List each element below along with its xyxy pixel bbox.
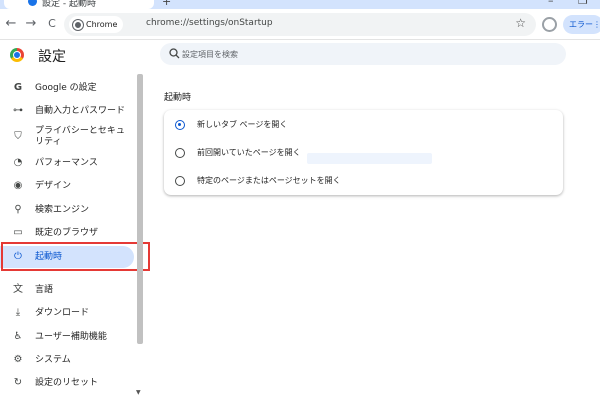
option-new-tab[interactable]: 新しいタブ ページを開く — [164, 114, 563, 136]
settings-sidebar: G Google の設定 ⊶ 自動入力とパスワード ⛉ プライバシーとセキュリテ… — [0, 74, 136, 400]
search-icon — [169, 48, 180, 59]
sidebar-item-label: 言語 — [35, 284, 54, 295]
new-tab-button[interactable]: + — [162, 0, 171, 8]
key-icon: ⊶ — [13, 105, 23, 116]
site-info-chip[interactable]: Chrome — [69, 16, 124, 33]
url-text[interactable]: chrome://settings/onStartup — [146, 18, 273, 28]
scroll-down-arrow-icon[interactable]: ▼ — [136, 389, 141, 396]
annotation-highlight-box — [1, 242, 150, 271]
speedometer-icon: ◔ — [13, 157, 23, 168]
sidebar-item-label: ユーザー補助機能 — [35, 331, 107, 342]
sidebar-item-downloads[interactable]: ⤓ ダウンロード — [0, 302, 134, 324]
sidebar-item-privacy[interactable]: ⛉ プライバシーとセキュリティ — [0, 124, 134, 150]
error-button[interactable]: エラー⋮ — [563, 15, 600, 34]
sidebar-item-search-engine[interactable]: ⚲ 検索エンジン — [0, 199, 134, 221]
sidebar-item-label: 既定のブラウザ — [35, 227, 99, 238]
bookmark-star-icon[interactable]: ☆ — [515, 16, 526, 30]
settings-tab-icon — [28, 0, 37, 6]
profile-avatar[interactable] — [542, 17, 557, 32]
settings-search[interactable] — [160, 43, 566, 65]
address-bar[interactable]: Chrome chrome://settings/onStartup ☆ — [64, 13, 536, 36]
browser-window-icon: ▭ — [13, 227, 23, 238]
page-title: 設定 — [38, 49, 66, 65]
faded-overlay — [307, 153, 432, 164]
browser-toolbar: ← → C Chrome chrome://settings/onStartup… — [0, 9, 600, 40]
sidebar-item-label: プライバシーとセキュリティ — [35, 126, 125, 147]
sidebar-item-label: パフォーマンス — [35, 157, 98, 168]
reload-button[interactable]: C — [44, 16, 60, 32]
option-label: 前回開いていたページを開く — [197, 148, 301, 157]
reset-icon: ↻ — [13, 377, 23, 388]
sidebar-item-languages[interactable]: 文 言語 — [0, 279, 134, 301]
option-label: 特定のページまたはページセットを開く — [197, 176, 341, 185]
chip-label: Chrome — [86, 20, 118, 29]
sidebar-item-autofill[interactable]: ⊶ 自動入力とパスワード — [0, 100, 134, 122]
scrollbar-thumb[interactable] — [137, 74, 143, 344]
section-title: 起動時 — [164, 93, 192, 103]
back-button[interactable]: ← — [3, 16, 19, 32]
forward-button[interactable]: → — [23, 16, 39, 32]
sidebar-item-label: ダウンロード — [35, 307, 90, 318]
google-icon: G — [13, 82, 23, 93]
option-specific-pages[interactable]: 特定のページまたはページセットを開く — [164, 170, 563, 192]
option-label: 新しいタブ ページを開く — [197, 120, 288, 129]
sidebar-item-appearance[interactable]: ◉ デザイン — [0, 175, 134, 197]
sidebar-scrollbar[interactable]: ▼ — [136, 72, 144, 400]
sidebar-item-label: デザイン — [35, 180, 72, 191]
sidebar-item-system[interactable]: ⚙ システム — [0, 349, 134, 371]
restore-button[interactable]: ❐ — [578, 0, 588, 7]
sidebar-item-google[interactable]: G Google の設定 — [0, 77, 134, 99]
chrome-logo-icon — [10, 48, 24, 62]
translate-icon: 文 — [13, 284, 23, 295]
chrome-icon — [73, 19, 83, 30]
sidebar-item-label: システム — [35, 354, 71, 365]
sidebar-item-reset[interactable]: ↻ 設定のリセット — [0, 372, 134, 394]
palette-icon: ◉ — [13, 180, 23, 191]
magnifier-icon: ⚲ — [14, 204, 22, 215]
sidebar-item-label: 自動入力とパスワード — [35, 105, 126, 116]
sidebar-item-label: 検索エンジン — [35, 204, 90, 215]
tab-title: 設定 - 起動時 — [42, 0, 96, 9]
sidebar-item-default-browser[interactable]: ▭ 既定のブラウザ — [0, 222, 134, 244]
search-input[interactable] — [182, 43, 552, 65]
wrench-icon: ⚙ — [13, 354, 23, 365]
shield-icon: ⛉ — [14, 131, 22, 142]
minimize-button[interactable]: – — [548, 0, 554, 7]
radio-button[interactable] — [175, 148, 185, 158]
sidebar-item-accessibility[interactable]: ♿ ユーザー補助機能 — [0, 326, 134, 348]
radio-button[interactable] — [175, 120, 185, 130]
sidebar-item-label: Google の設定 — [35, 82, 97, 93]
tab-strip: 設定 - 起動時 + – ❐ — [0, 0, 600, 9]
browser-tab[interactable]: 設定 - 起動時 — [4, 0, 154, 9]
accessibility-icon: ♿ — [13, 331, 23, 342]
download-icon: ⤓ — [15, 307, 21, 318]
sidebar-item-label: 設定のリセット — [35, 377, 99, 388]
sidebar-item-performance[interactable]: ◔ パフォーマンス — [0, 152, 134, 174]
radio-button[interactable] — [175, 176, 185, 186]
